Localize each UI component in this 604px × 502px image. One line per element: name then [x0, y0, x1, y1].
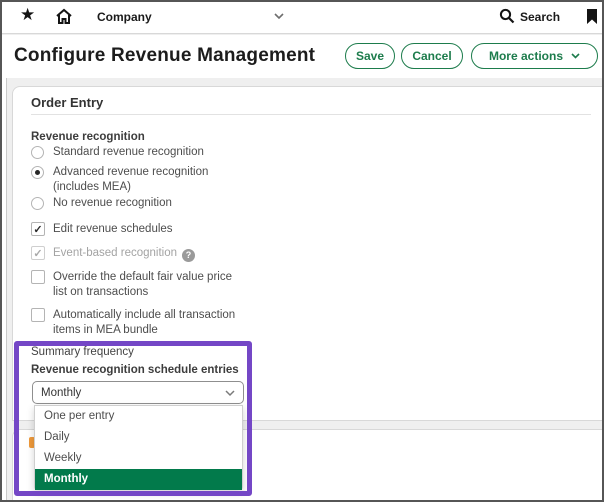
schedule-entries-select[interactable]: Monthly	[32, 381, 244, 404]
dropdown-option-weekly[interactable]: Weekly	[35, 448, 242, 469]
radio-advanced-revenue-recognition[interactable]	[31, 166, 44, 179]
more-actions-button[interactable]: More actions	[471, 43, 598, 69]
checkbox-label: Event-based recognition?	[53, 247, 195, 262]
page-title: Configure Revenue Management	[14, 45, 315, 67]
dropdown-option-monthly[interactable]: Monthly	[35, 469, 242, 490]
checkbox-label[interactable]: Automatically include all transaction	[53, 309, 235, 321]
favorites-star-icon[interactable]: ★	[20, 5, 35, 25]
home-icon[interactable]	[55, 8, 73, 25]
summary-frequency-label: Summary frequency	[31, 346, 134, 358]
cancel-button[interactable]: Cancel	[401, 43, 463, 69]
checkbox-label[interactable]: Edit revenue schedules	[53, 223, 173, 235]
revenue-recognition-label: Revenue recognition	[31, 131, 145, 143]
company-menu[interactable]: Company	[97, 10, 152, 24]
schedule-entries-dropdown-list: One per entry Daily Weekly Monthly	[34, 405, 243, 490]
search-label[interactable]: Search	[520, 10, 560, 24]
chevron-down-icon	[225, 390, 235, 397]
section-divider	[31, 114, 591, 115]
chevron-down-icon	[571, 53, 580, 59]
select-value: Monthly	[41, 387, 81, 399]
content-left-border	[6, 78, 7, 502]
more-actions-label: More actions	[489, 49, 563, 63]
dropdown-option-daily[interactable]: Daily	[35, 427, 242, 448]
dropdown-option-one-per-entry[interactable]: One per entry	[35, 406, 242, 427]
chevron-down-icon[interactable]	[274, 13, 284, 20]
checkbox-label-line2: list on transactions	[53, 286, 148, 298]
section-title: Order Entry	[31, 95, 103, 110]
radio-label[interactable]: No revenue recognition	[53, 197, 172, 209]
checkbox-override-fair-value[interactable]	[31, 270, 45, 284]
radio-label[interactable]: Standard revenue recognition	[53, 146, 204, 158]
radio-no-revenue-recognition[interactable]	[31, 197, 44, 210]
radio-label[interactable]: Advanced revenue recognition	[53, 166, 208, 178]
page-header: Configure Revenue Management Save Cancel…	[0, 35, 604, 78]
configure-revenue-management-page: ★ Company Search Configure Revenue Manag…	[0, 0, 604, 502]
checkbox-label-text: Event-based recognition	[53, 247, 177, 259]
checkbox-label-line2: items in MEA bundle	[53, 324, 158, 336]
save-button[interactable]: Save	[345, 43, 395, 69]
checkbox-edit-revenue-schedules[interactable]: ✓	[31, 222, 45, 236]
radio-standard-revenue-recognition[interactable]	[31, 146, 44, 159]
radio-label-line2: (includes MEA)	[53, 181, 131, 193]
order-entry-section: Order Entry Revenue recognition Standard…	[12, 86, 604, 421]
top-navigation-bar: ★ Company Search	[0, 0, 604, 34]
search-icon[interactable]	[499, 8, 515, 24]
checkbox-event-based-recognition[interactable]: ✓	[31, 246, 45, 260]
bookmark-icon[interactable]	[586, 8, 598, 25]
checkbox-auto-include-mea[interactable]	[31, 308, 45, 322]
checkbox-label[interactable]: Override the default fair value price	[53, 271, 232, 283]
schedule-entries-label: Revenue recognition schedule entries	[31, 364, 239, 376]
help-icon[interactable]: ?	[182, 249, 195, 262]
